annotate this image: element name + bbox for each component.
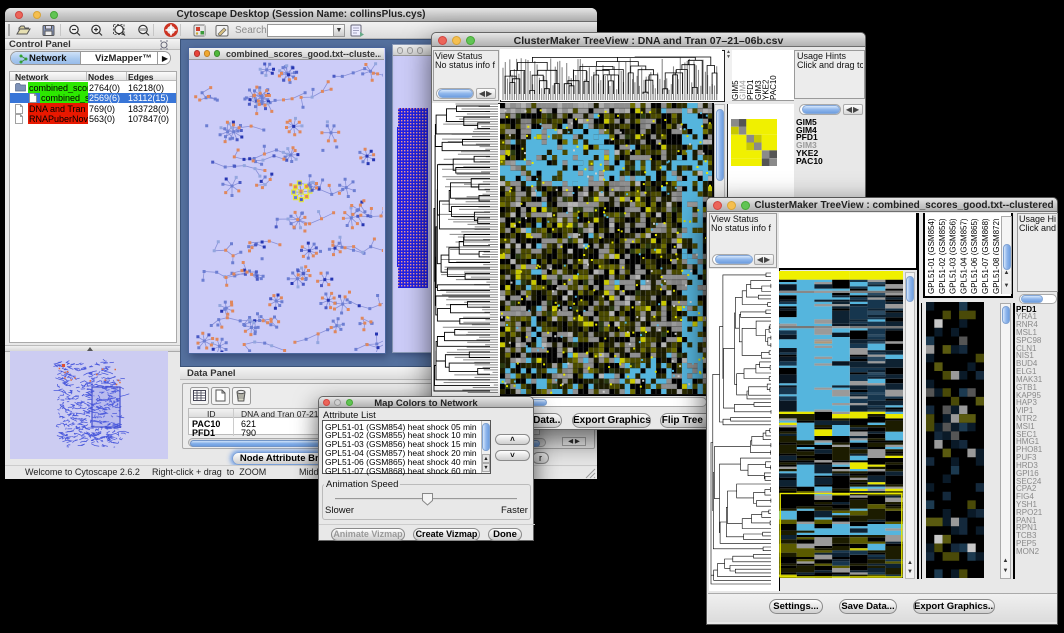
svg-text:PAC10: PAC10 bbox=[769, 75, 778, 100]
svg-text:GPL51-06 (GSM865): GPL51-06 (GSM865) bbox=[970, 218, 979, 294]
svg-text:GPL51-04 (GSM857): GPL51-04 (GSM857) bbox=[959, 218, 968, 294]
svg-text:GPL51-02 (GSM855): GPL51-02 (GSM855) bbox=[938, 218, 947, 294]
svg-text:GPL51-01 (GSM854): GPL51-01 (GSM854) bbox=[927, 218, 936, 294]
svg-text:GPL51-07 (GSM868): GPL51-07 (GSM868) bbox=[981, 218, 990, 294]
svg-text:GPL51-03 (GSM856): GPL51-03 (GSM856) bbox=[949, 218, 958, 294]
svg-text:GPL51-08 (GSM872): GPL51-08 (GSM872) bbox=[992, 218, 999, 294]
